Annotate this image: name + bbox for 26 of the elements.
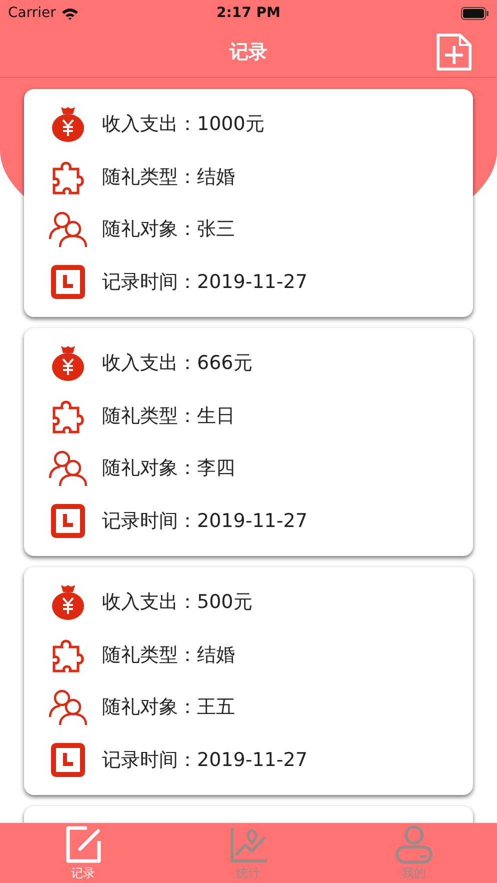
record-field: 随礼类型：生日 — [102, 402, 235, 429]
record-card[interactable]: 收入支出：666元 随礼类型：生日 随礼对象：李四 记录时间：2019-11-27 — [24, 328, 473, 556]
record-field: 记录时间：2019-11-27 — [102, 268, 308, 295]
carrier-label: Carrier — [8, 5, 56, 21]
add-record-button[interactable] — [435, 32, 473, 72]
record-field: 收入支出：500元 — [102, 589, 252, 615]
record-field: 随礼类型：结婚 — [102, 164, 235, 190]
record-field: 随礼类型：结婚 — [102, 642, 235, 668]
people-icon — [48, 209, 88, 250]
people-icon — [48, 448, 88, 488]
status-time: 2:17 PM — [216, 5, 280, 21]
record-field: 随礼对象：张三 — [102, 216, 235, 242]
people-icon — [48, 687, 88, 728]
wifi-icon — [60, 6, 79, 20]
nav-title: 记录 — [230, 40, 268, 64]
battery-icon — [461, 6, 489, 20]
record-card[interactable]: 收入支出：1000元 随礼类型：结婚 随礼对象：张三 记录时间：2019-11-27 — [24, 89, 473, 317]
chart-icon — [228, 825, 268, 865]
record-card[interactable]: 收入支出：500元 随礼类型：结婚 随礼对象：王五 记录时间：2019-11-27 — [24, 567, 473, 795]
record-field: 收入支出：1000元 — [102, 111, 264, 137]
record-field: 随礼对象：王五 — [102, 694, 235, 720]
record-field: 随礼对象：李四 — [102, 455, 235, 482]
record-field: 记录时间：2019-11-27 — [102, 746, 308, 773]
record-field: 收入支出：666元 — [102, 350, 252, 376]
record-field: 记录时间：2019-11-27 — [102, 508, 308, 534]
user-icon — [394, 825, 434, 865]
